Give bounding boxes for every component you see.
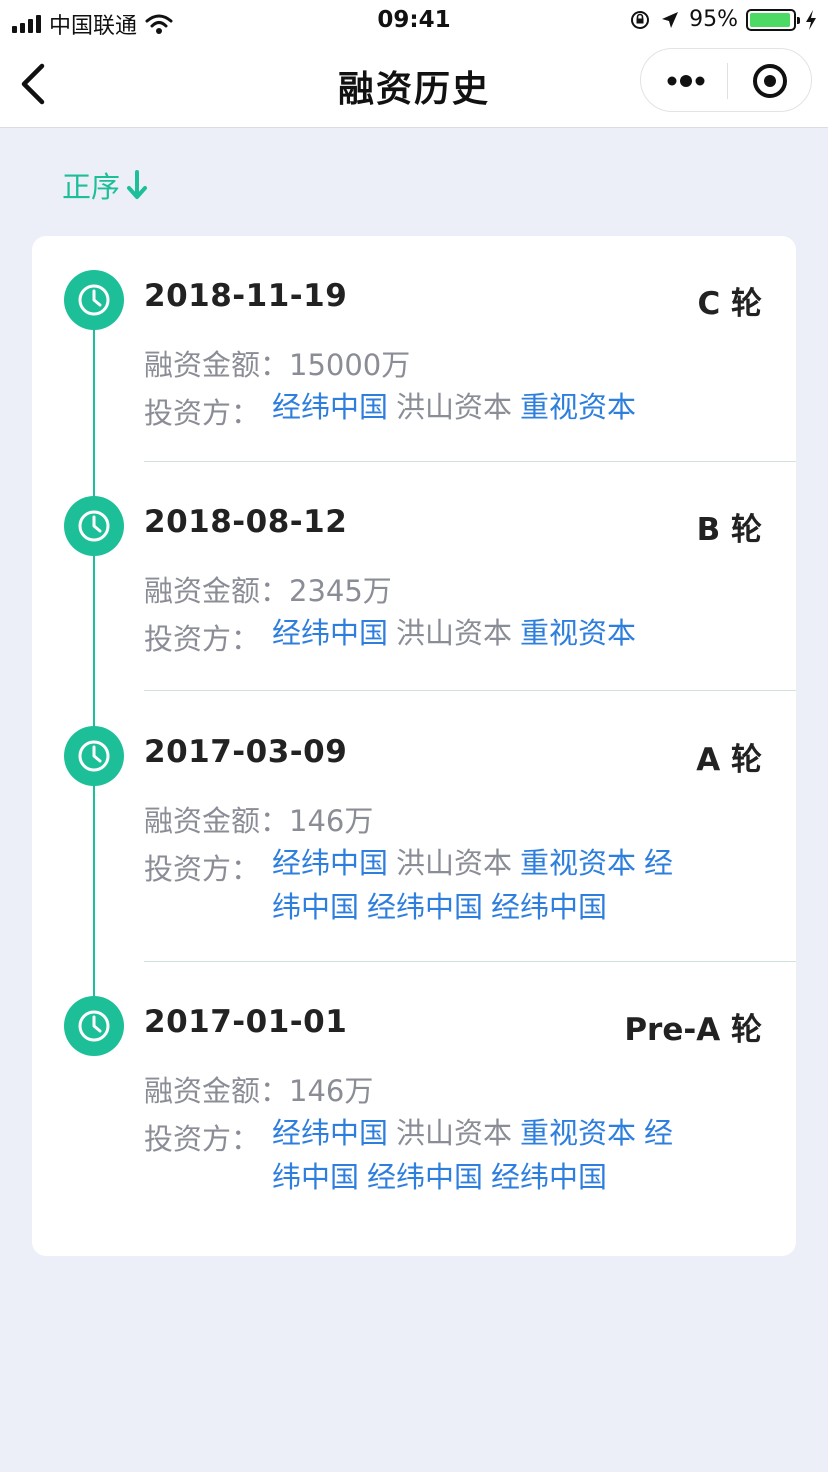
investor-list: 经纬中国 洪山资本 重视资本 经纬中国 经纬中国 经纬中国 — [272, 841, 692, 929]
investor-link[interactable]: 重视资本 — [520, 390, 636, 424]
investor-name: 洪山资本 — [396, 846, 513, 880]
battery-icon — [746, 8, 800, 31]
clock-icon — [64, 726, 124, 786]
charging-bolt-icon — [806, 9, 816, 30]
funding-history-card: 2018-11-19 C 轮 融资金额：15000万 投资方： 经纬中国 洪山资本… — [32, 236, 796, 1256]
battery-percent: 95% — [689, 7, 738, 32]
investor-link[interactable]: 经纬中国 — [491, 1160, 607, 1194]
target-circle-icon — [753, 64, 787, 98]
round-date: 2017-03-09 — [144, 734, 348, 770]
sort-label: 正序 — [62, 170, 121, 204]
investor-link[interactable]: 重视资本 — [520, 616, 636, 650]
investor-link[interactable]: 重视资本 — [520, 846, 636, 880]
status-bar: 中国联通 09:41 95% — [0, 0, 828, 40]
round-amount: 融资金额：15000万 — [144, 348, 411, 382]
round-divider — [144, 690, 796, 691]
round-date: 2018-11-19 — [144, 278, 348, 314]
investor-link[interactable]: 经纬中国 — [272, 616, 388, 650]
investor-link[interactable]: 经纬中国 — [272, 846, 388, 880]
status-bar-right: 95% — [629, 7, 818, 32]
round-amount: 融资金额：2345万 — [144, 574, 392, 608]
round-stage: B 轮 — [696, 512, 762, 548]
arrow-down-icon — [127, 170, 148, 199]
investor-link[interactable]: 重视资本 — [520, 1116, 636, 1150]
investor-link[interactable]: 经纬中国 — [367, 890, 483, 924]
investor-link[interactable]: 经纬中国 — [272, 390, 388, 424]
investors-label: 投资方： — [144, 852, 261, 886]
round-date: 2018-08-12 — [144, 504, 348, 540]
investor-link[interactable]: 经纬中国 — [367, 1160, 483, 1194]
round-amount: 融资金额：146万 — [144, 1074, 374, 1108]
battery-level-fill — [750, 12, 790, 27]
mini-program-capsule — [640, 48, 812, 112]
timeline-line — [93, 296, 95, 1024]
investor-link[interactable]: 经纬中国 — [272, 1116, 388, 1150]
close-button[interactable] — [728, 49, 812, 113]
round-stage: A 轮 — [696, 742, 762, 778]
more-dots-icon — [667, 75, 705, 87]
round-date: 2017-01-01 — [144, 1004, 348, 1040]
investor-list: 经纬中国 洪山资本 重视资本 — [272, 611, 692, 655]
investor-list: 经纬中国 洪山资本 重视资本 — [272, 385, 692, 429]
round-amount: 融资金额：146万 — [144, 804, 374, 838]
investor-name: 洪山资本 — [396, 390, 513, 424]
investors-label: 投资方： — [144, 396, 261, 430]
round-divider — [144, 961, 796, 962]
investors-label: 投资方： — [144, 622, 261, 656]
round-divider — [144, 461, 796, 462]
location-arrow-icon — [662, 11, 679, 28]
investor-name: 洪山资本 — [396, 1116, 513, 1150]
investor-list: 经纬中国 洪山资本 重视资本 经纬中国 经纬中国 经纬中国 — [272, 1111, 692, 1199]
investor-link[interactable]: 经纬中国 — [491, 890, 607, 924]
investor-name: 洪山资本 — [396, 616, 513, 650]
more-button[interactable] — [641, 49, 727, 113]
sort-order-toggle[interactable]: 正序 — [62, 164, 148, 206]
clock-icon — [64, 996, 124, 1056]
round-stage: C 轮 — [697, 286, 762, 322]
orientation-lock-icon — [631, 10, 650, 29]
investors-label: 投资方： — [144, 1122, 261, 1156]
clock-icon — [64, 496, 124, 556]
round-stage: Pre-A 轮 — [624, 1012, 762, 1048]
nav-bar: 融资历史 — [0, 40, 828, 128]
clock-icon — [64, 270, 124, 330]
